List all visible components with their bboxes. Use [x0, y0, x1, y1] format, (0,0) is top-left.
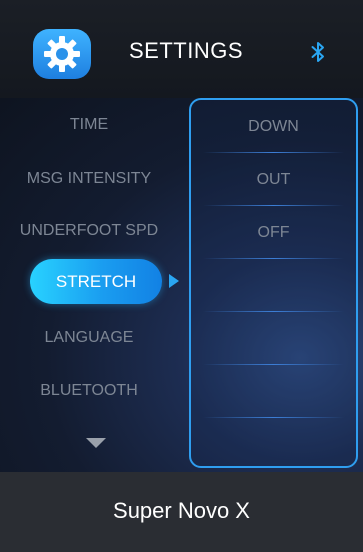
option-off[interactable]: OFF: [191, 206, 356, 260]
option-divider: [203, 258, 344, 259]
menu-item-language[interactable]: LANGUAGE: [0, 329, 178, 347]
footer-bar: Super Novo X: [0, 472, 363, 552]
menu-item-stretch[interactable]: STRETCH: [30, 259, 162, 304]
menu-item-underfoot-spd[interactable]: UNDERFOOT SPD: [0, 222, 178, 240]
arrow-right-icon: [169, 274, 179, 288]
menu-item-msg-intensity[interactable]: MSG INTENSITY: [0, 170, 178, 188]
page-title: SETTINGS: [129, 38, 244, 63]
settings-button[interactable]: [33, 29, 91, 79]
option-down[interactable]: DOWN: [191, 100, 356, 154]
settings-screen: SETTINGS TIME MSG INTENSITY UNDERFOOT SP…: [0, 0, 363, 552]
menu-item-bluetooth[interactable]: BLUETOOTH: [0, 382, 178, 400]
gear-icon: [44, 36, 80, 72]
option-out[interactable]: OUT: [191, 153, 356, 207]
settings-body: TIME MSG INTENSITY UNDERFOOT SPD STRETCH…: [0, 98, 363, 472]
menu-item-time[interactable]: TIME: [0, 116, 178, 134]
device-name: Super Novo X: [113, 498, 250, 523]
options-panel: DOWN OUT OFF: [189, 98, 358, 468]
option-divider: [203, 311, 344, 312]
bluetooth-icon[interactable]: [311, 41, 325, 63]
menu-item-stretch-label: STRETCH: [55, 272, 137, 291]
header-bar: SETTINGS: [0, 0, 363, 98]
option-divider: [203, 364, 344, 365]
chevron-down-icon[interactable]: [86, 438, 106, 448]
option-divider: [203, 417, 344, 418]
